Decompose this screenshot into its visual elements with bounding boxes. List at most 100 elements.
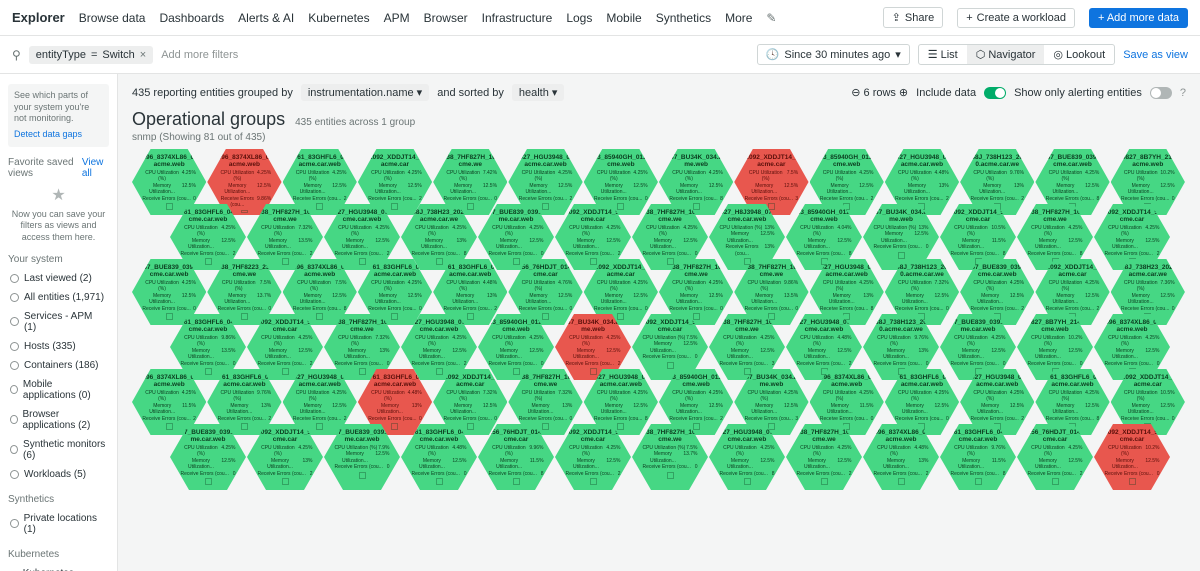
select-checkbox[interactable] — [590, 478, 597, 485]
select-checkbox[interactable] — [436, 478, 443, 485]
entity-hex[interactable]: 8596_8374XL86_01.acme.webCPU Utilization… — [863, 424, 939, 490]
entity-hex[interactable]: 5761_83GHFL6_04.acme.car.webCPU Utilizat… — [940, 424, 1016, 490]
remove-filter-icon[interactable]: × — [140, 49, 146, 61]
nav-dashboards[interactable]: Dashboards — [159, 11, 224, 25]
select-checkbox[interactable] — [1129, 478, 1136, 485]
entity-name: 038J_738H123_2020.acme.car.we — [891, 265, 953, 279]
nav-alerts-ai[interactable]: Alerts & AI — [238, 11, 294, 25]
entity-name: 0938_7HF827H_10.acme.we — [638, 430, 702, 444]
select-checkbox[interactable] — [205, 478, 212, 485]
entity-hex[interactable]: 067_BUE839_039.acme.car.webCPU Utilizati… — [170, 424, 246, 490]
nav-synthetics[interactable]: Synthetics — [656, 11, 711, 25]
plus-icon[interactable]: ⊕ — [899, 86, 908, 99]
share-button[interactable]: ⇪ Share — [883, 7, 944, 28]
entity-name: 8596_8374XL86_01.acme.web — [213, 155, 275, 169]
system-item[interactable]: Last viewed (2) — [8, 269, 109, 288]
add-more-data-button[interactable]: + Add more data — [1089, 8, 1188, 28]
rows-stepper[interactable]: ⊖ 6 rows ⊕ — [851, 86, 908, 99]
nav-more[interactable]: More — [725, 11, 752, 25]
entity-name: 023_85940GH_011.acme.web — [484, 320, 548, 334]
entity-name: 067_BU34K_034.acme.web — [869, 210, 933, 224]
create-workload-button[interactable]: + Create a workload — [957, 8, 1075, 28]
select-checkbox[interactable] — [898, 252, 905, 259]
select-checkbox[interactable] — [898, 478, 905, 485]
system-item[interactable]: Workloads (5) — [8, 465, 109, 484]
alerting-only-toggle[interactable] — [1150, 87, 1172, 99]
filter-pill[interactable]: entityType = Switch × — [29, 46, 153, 64]
nav-apm[interactable]: APM — [384, 11, 410, 25]
select-checkbox[interactable] — [1052, 478, 1059, 485]
view-list-button[interactable]: ☰ List — [919, 45, 967, 64]
entity-name: 067_BUE839_039.acme.car.web — [484, 210, 548, 224]
select-checkbox[interactable] — [744, 478, 751, 485]
detect-gaps-card: See which parts of your system you're no… — [8, 84, 109, 147]
entity-name: 09827_8B7YH_214.acme.web — [1023, 320, 1087, 334]
clock-icon: 🕓 — [766, 48, 780, 61]
entity-name: 01092_XDDJT14_5.acme.car — [253, 430, 317, 444]
group-by-dropdown[interactable]: instrumentation.name ▾ — [301, 84, 429, 101]
entity-hex[interactable]: 01092_XDDJT14_5.acme.carCPU Utilization … — [555, 424, 631, 490]
entity-name: 0938_7HF827H_10.acme.we — [740, 265, 802, 279]
select-checkbox[interactable] — [821, 478, 828, 485]
save-view-button[interactable]: Save as view — [1123, 49, 1188, 61]
sidebar: See which parts of your system you're no… — [0, 74, 118, 571]
system-item[interactable]: Services - APM (1) — [8, 307, 109, 337]
add-filters-hint[interactable]: Add more filters — [161, 49, 238, 61]
share-icon: ⇪ — [892, 11, 901, 24]
entity-hex[interactable]: 5761_83GHFL6_04.acme.car.webCPU Utilizat… — [401, 424, 477, 490]
entity-name: 0927_HGU3948_07.acme.car.web — [891, 155, 953, 169]
nav-browse-data[interactable]: Browse data — [79, 11, 146, 25]
select-checkbox[interactable] — [359, 472, 366, 479]
system-item[interactable]: Containers (186) — [8, 356, 109, 375]
view-all-link[interactable]: View all — [82, 157, 109, 179]
system-item[interactable]: Mobile applications (0) — [8, 375, 109, 405]
filter-icon[interactable]: ⚲ — [12, 48, 21, 62]
entity-hex[interactable]: 0927_HGU3948_07.acme.car.webCPU Utilizat… — [709, 424, 785, 490]
entity-hex[interactable]: 0938_7HF827H_10.acme.weCPU Utilization (… — [632, 424, 708, 490]
entity-hex[interactable]: 0256_76HDJT_014.acme.carCPU Utilization … — [1017, 424, 1093, 490]
timerange-picker[interactable]: 🕓 Since 30 minutes ago ▾ — [757, 44, 910, 65]
select-checkbox[interactable] — [667, 472, 674, 479]
nav-infrastructure[interactable]: Infrastructure — [482, 11, 553, 25]
sort-by-dropdown[interactable]: health ▾ — [512, 84, 565, 101]
k8s-item[interactable]: Kubernetes clusters (1) — [8, 564, 109, 571]
entity-name: 067_BUE839_039.acme.car.web — [138, 265, 200, 279]
system-item[interactable]: Browser applications (2) — [8, 405, 109, 435]
system-item[interactable]: Hosts (335) — [8, 337, 109, 356]
include-data-toggle[interactable] — [984, 87, 1006, 99]
entity-name: 067_BUE839_039.acme.car.web — [946, 320, 1010, 334]
select-checkbox[interactable] — [513, 478, 520, 485]
entity-hex[interactable]: 067_BUE839_039.acme.car.webCPU Utilizati… — [324, 424, 400, 490]
nav-browser[interactable]: Browser — [424, 11, 468, 25]
minus-icon[interactable]: ⊖ — [851, 86, 860, 99]
nav-kubernetes[interactable]: Kubernetes — [308, 11, 369, 25]
entity-name: 5761_83GHFL6_04.acme.car.web — [364, 265, 426, 279]
select-checkbox[interactable] — [667, 362, 674, 369]
detect-gaps-link[interactable]: Detect data gaps — [14, 129, 103, 141]
help-icon[interactable]: ? — [1180, 87, 1186, 99]
entity-hex[interactable]: 0938_7HF827H_10.acme.weCPU Utilization (… — [786, 424, 862, 490]
select-checkbox[interactable] — [975, 478, 982, 485]
system-item[interactable]: Synthetic monitors (6) — [8, 435, 109, 465]
entity-hex[interactable]: 01092_XDDJT14_5.acme.carCPU Utilization … — [247, 424, 323, 490]
system-item[interactable]: All entities (1,971) — [8, 288, 109, 307]
entity-type-icon — [10, 445, 18, 454]
view-lookout-button[interactable]: ◎ Lookout — [1044, 45, 1114, 64]
save-hint: Now you can save your filters as views a… — [8, 209, 109, 244]
entity-name: 067_BUE839_039.acme.car.web — [1041, 155, 1103, 169]
entity-name: 0927_HGU3948_07.acme.car.web — [590, 375, 652, 389]
filterbar: ⚲ entityType = Switch × Add more filters… — [0, 36, 1200, 74]
entity-hex[interactable]: 01092_XDDJT14_5.acme.carCPU Utilization … — [1094, 424, 1170, 490]
nav-logs[interactable]: Logs — [566, 11, 592, 25]
entity-name: 5761_83GHFL6_04.acme.car.web — [213, 375, 275, 389]
view-navigator-button[interactable]: ⬡ Navigator — [967, 45, 1045, 64]
entity-name: 01092_XDDJT14_5.acme.car — [1041, 265, 1103, 279]
entity-name: 01092_XDDJT14_5.acme.car — [1117, 375, 1179, 389]
entity-hex[interactable]: 0256_76HDJT_014.acme.carCPU Utilization … — [478, 424, 554, 490]
synth-item[interactable]: Private locations (1) — [8, 509, 109, 539]
view-toggle: ☰ List ⬡ Navigator ◎ Lookout — [918, 44, 1115, 65]
select-checkbox[interactable] — [282, 478, 289, 485]
edit-icon[interactable]: ✎ — [766, 11, 776, 25]
entity-name: 5761_83GHFL6_04.acme.car.web — [439, 265, 501, 279]
nav-mobile[interactable]: Mobile — [606, 11, 641, 25]
